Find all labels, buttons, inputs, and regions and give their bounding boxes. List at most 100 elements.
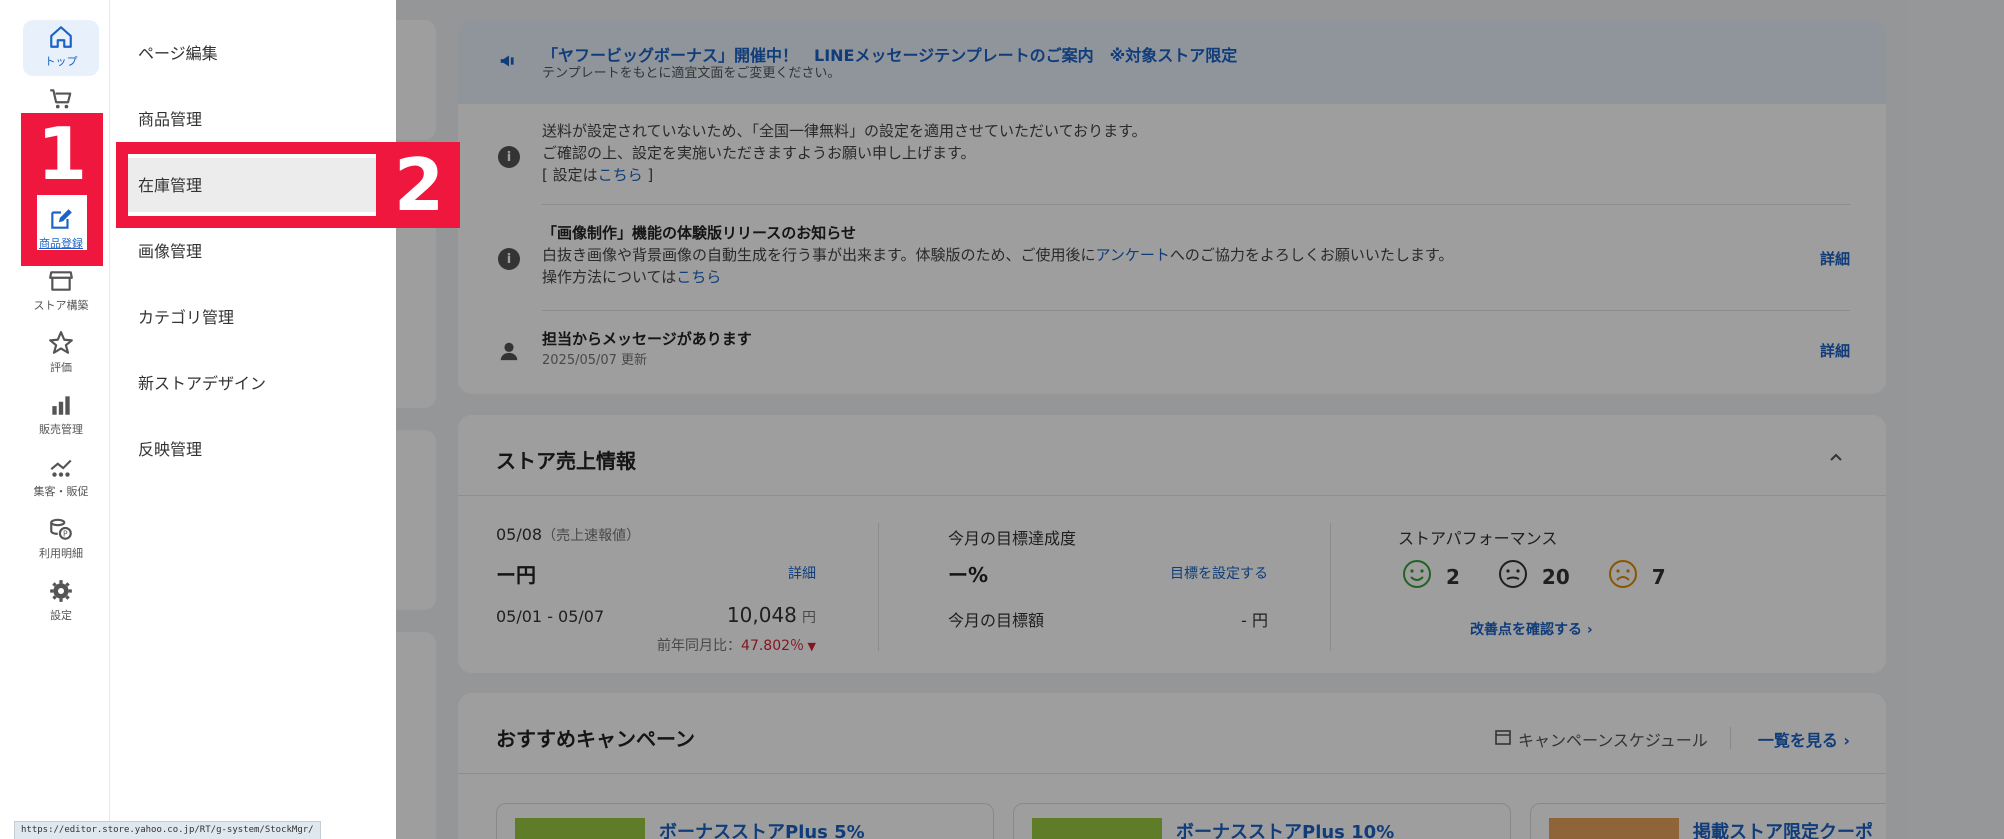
yoy-label: 前年同月比：: [657, 638, 742, 654]
good-count: 2: [1446, 564, 1460, 589]
person-icon: [498, 340, 520, 362]
today-date-row: 05/08（売上速報値）: [496, 525, 640, 545]
bar-chart-icon: [48, 392, 74, 418]
campaign-tile[interactable]: ボーナスストアPlus 10%: [1013, 803, 1511, 839]
info-icon: i: [498, 146, 520, 168]
howto-link[interactable]: こちら: [676, 268, 721, 286]
image-feature-text: 「画像制作」機能の体験版リリースのお知らせ 白抜き画像や背景画像の自動生成を行う…: [542, 222, 1453, 288]
shipping-line-2: ご確認の上、設定を実施いただきますようお願い申し上げます。: [542, 144, 976, 162]
campaign-tile[interactable]: ボーナスストアPlus 5%: [496, 803, 994, 839]
goal-section: 今月の目標達成度 ー% 目標を設定する 今月の目標額 - 円: [948, 525, 1268, 655]
campaign-thumbnail: [1032, 818, 1162, 839]
neutral-count: 20: [1541, 564, 1570, 589]
survey-link[interactable]: アンケート: [1096, 246, 1170, 264]
divider: [458, 773, 1886, 774]
submenu-item-publish-management[interactable]: 反映管理: [138, 436, 202, 460]
megaphone-icon: [498, 50, 520, 72]
image-feature-detail-link[interactable]: 詳細: [1820, 248, 1850, 269]
gear-icon: [48, 578, 74, 604]
shipping-line-3-suffix: ]: [642, 166, 654, 184]
campaign-tile[interactable]: 掲載ストア限定クーポ: [1530, 803, 1886, 839]
campaign-schedule-link[interactable]: キャンペーンスケジュール: [1494, 727, 1708, 751]
period-unit: 円: [802, 610, 816, 626]
today-detail-link[interactable]: 詳細: [788, 563, 816, 583]
home-icon: [48, 24, 74, 50]
submenu-item-category-management[interactable]: カテゴリ管理: [138, 304, 234, 328]
shipping-line-1: 送料が設定されていないため、「全国一律無料」の設定を適用させていただいております…: [542, 122, 1147, 140]
campaign-title: おすすめキャンペーン: [496, 727, 695, 751]
coins-icon: P: [48, 516, 74, 542]
yoy-value: 47.802％: [741, 638, 805, 654]
image-line-1-suffix: へのご協力をよろしくお願いいたします。: [1169, 246, 1454, 264]
rail-item-store-build[interactable]: ストア構築: [23, 264, 99, 320]
submenu-item-product-management[interactable]: 商品管理: [138, 106, 202, 130]
image-feature-line-1: 白抜き画像や背景画像の自動生成を行う事が出来ます。体験版のため、ご使用後にアンケ…: [542, 244, 1453, 266]
set-goal-link[interactable]: 目標を設定する: [1170, 563, 1268, 583]
message-notice: 担当からメッセージがあります 2025/05/07 更新 詳細: [458, 328, 1886, 388]
campaign-tile-title: ボーナスストアPlus 10%: [1176, 822, 1395, 839]
sales-card: ストア売上情報 05/08（売上速報値） ー円 詳細 05/01 - 05/07…: [458, 415, 1886, 673]
shipping-line-3-prefix: [ 設定は: [542, 166, 598, 184]
left-column-card: [396, 632, 436, 839]
today-date: 05/08: [496, 525, 543, 544]
performance-scores: 2 20 7: [1402, 559, 1666, 594]
rail-item-reviews[interactable]: 評価: [23, 326, 99, 382]
image-feature-line-2: 操作方法についてはこちら: [542, 266, 1453, 288]
rail-item-marketing[interactable]: 集客・販促: [23, 450, 99, 506]
rail-item-settings[interactable]: 設定: [23, 574, 99, 630]
banner-subtitle: テンプレートをもとに適宜文面をご変更ください。: [542, 66, 841, 81]
chevron-up-icon[interactable]: [1828, 449, 1844, 465]
campaign-thumbnail: [515, 818, 645, 839]
rail-item-sales-management[interactable]: 販売管理: [23, 388, 99, 444]
shipping-line-3: [ 設定はこちら ]: [542, 164, 1147, 186]
divider: [458, 495, 1886, 496]
vertical-divider: [1330, 523, 1331, 651]
left-column-card: [396, 20, 436, 140]
shipping-settings-link[interactable]: こちら: [598, 166, 643, 184]
rail-item-billing[interactable]: P 利用明細: [23, 512, 99, 568]
image-feature-title: 「画像制作」機能の体験版リリースのお知らせ: [542, 224, 856, 242]
rail-item-label: 評価: [50, 361, 72, 374]
shipping-notice: i 送料が設定されていないため、「全国一律無料」の設定を適用させていただいており…: [458, 120, 1886, 210]
yoy-row: 前年同月比：47.802％ ▼: [657, 635, 816, 655]
goal-value: ー%: [948, 563, 989, 587]
step-2-tag: 2: [378, 142, 460, 228]
rail-item-label: 集客・販促: [33, 485, 89, 498]
left-column-card: [396, 218, 436, 408]
submenu-item-page-edit[interactable]: ページ編集: [138, 40, 218, 64]
submenu-item-new-store-design[interactable]: 新ストアデザイン: [138, 370, 266, 394]
view-all-link[interactable]: 一覧を見る ›: [1758, 727, 1850, 751]
cart-icon: [48, 86, 74, 112]
people-chart-icon: [48, 454, 74, 480]
today-date-note: （売上速報値）: [542, 528, 641, 544]
goal-amount-label: 今月の目標額: [948, 611, 1045, 630]
sales-title: ストア売上情報: [496, 449, 636, 473]
calendar-icon: [1494, 728, 1512, 750]
triangle-down-icon: ▼: [804, 640, 816, 653]
step-2-highlight-box: [116, 142, 388, 228]
campaign-tile-title: 掲載ストア限定クーポ: [1693, 822, 1873, 839]
campaign-banner[interactable]: 「ヤフービッグボーナス」開催中！ LINEメッセージテンプレートのご案内 ※対象…: [458, 20, 1886, 104]
image-feature-notice: i 「画像制作」機能の体験版リリースのお知らせ 白抜き画像や背景画像の自動生成を…: [458, 222, 1886, 302]
vertical-divider: [878, 523, 879, 651]
period-value: 10,048: [726, 603, 797, 627]
today-value: ー円: [496, 563, 536, 587]
smile-face-icon: [1402, 559, 1432, 594]
step-1-tag: 1: [21, 112, 103, 196]
campaign-schedule-label: キャンペーンスケジュール: [1518, 731, 1708, 750]
status-bar-url: https://editor.store.yahoo.co.jp/RT/g-sy…: [14, 821, 321, 839]
rail-item-top[interactable]: トップ: [23, 20, 99, 76]
improvement-link[interactable]: 改善点を確認する ›: [1470, 619, 1593, 639]
divider: [1730, 727, 1731, 749]
message-detail-link[interactable]: 詳細: [1820, 340, 1850, 361]
info-icon: i: [498, 248, 520, 270]
goal-amount-value: - 円: [1241, 611, 1268, 630]
page: 「ヤフービッグボーナス」開催中！ LINEメッセージテンプレートのご案内 ※対象…: [0, 0, 2004, 839]
submenu-item-image-management[interactable]: 画像管理: [138, 238, 202, 262]
message-date: 2025/05/07 更新: [542, 353, 648, 368]
divider: [542, 310, 1850, 311]
campaign-thumbnail: [1549, 818, 1679, 839]
svg-text:P: P: [63, 530, 68, 539]
notices-card: 「ヤフービッグボーナス」開催中！ LINEメッセージテンプレートのご案内 ※対象…: [458, 20, 1886, 394]
period-amount: 10,048 円: [727, 603, 816, 627]
